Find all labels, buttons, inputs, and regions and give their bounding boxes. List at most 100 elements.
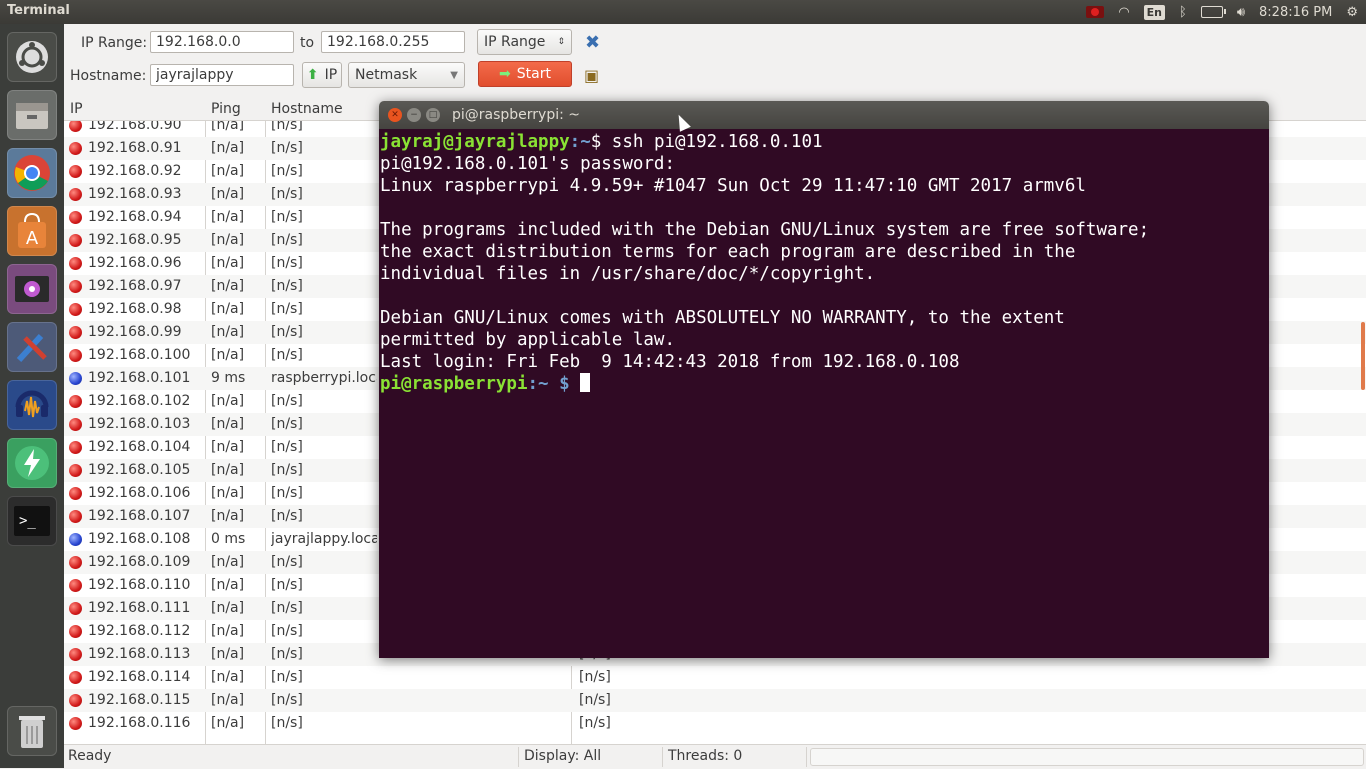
cell-ip: 192.168.0.116 xyxy=(88,715,191,731)
cell-ip: 192.168.0.93 xyxy=(88,186,182,202)
preferences-icon[interactable]: ✖ xyxy=(585,32,600,53)
status-bar: Ready Display: All Threads: 0 xyxy=(64,744,1366,769)
status-divider xyxy=(518,747,519,767)
cell-ip: 192.168.0.113 xyxy=(88,646,191,662)
header-ip[interactable]: IP xyxy=(70,101,83,117)
terminal-line: the exact distribution terms for each pr… xyxy=(380,242,1076,262)
keyboard-layout-indicator[interactable]: En xyxy=(1143,4,1166,20)
cell-hostname: [n/s] xyxy=(271,209,303,225)
status-threads: Threads: 0 xyxy=(668,748,743,764)
status-divider xyxy=(662,747,663,767)
command-text: $ ssh pi@192.168.0.101 xyxy=(590,132,823,152)
cell-ip: 192.168.0.101 xyxy=(88,370,191,386)
terminal-line: jayraj@jayrajlappy:~$ ssh pi@192.168.0.1… xyxy=(380,131,1268,153)
cell-ping: [n/a] xyxy=(211,278,245,294)
maximize-icon[interactable]: □ xyxy=(426,108,440,122)
ip-range-label: IP Range: xyxy=(81,35,148,51)
range-type-select[interactable]: IP Range ⇕ xyxy=(477,29,572,55)
svg-text:A: A xyxy=(26,228,39,249)
software-center-icon[interactable]: A xyxy=(7,206,57,256)
cell-ping: [n/a] xyxy=(211,393,245,409)
cell-ping: [n/a] xyxy=(211,462,245,478)
terminal-title: pi@raspberrypi: ~ xyxy=(452,107,581,123)
cell-ports: [n/s] xyxy=(579,715,611,731)
cell-hostname: [n/s] xyxy=(271,485,303,501)
prompt-user: jayraj@jayrajlappy xyxy=(380,132,570,152)
host-dead-icon xyxy=(69,326,82,339)
bluetooth-icon[interactable]: ᛒ xyxy=(1179,5,1187,20)
range-type-value: IP Range xyxy=(484,34,546,50)
gear-icon[interactable]: ⚙ xyxy=(1346,5,1358,20)
cell-ping: [n/a] xyxy=(211,577,245,593)
terminal-icon[interactable]: >_ xyxy=(7,496,57,546)
cell-ping: [n/a] xyxy=(211,439,245,455)
cell-hostname: [n/s] xyxy=(271,140,303,156)
power-icon[interactable] xyxy=(7,438,57,488)
arrow-up-icon: ⬆ xyxy=(306,67,319,83)
host-dead-icon xyxy=(69,303,82,316)
ip-to-input[interactable] xyxy=(321,31,465,53)
cell-ip: 192.168.0.92 xyxy=(88,163,182,179)
trash-icon[interactable] xyxy=(7,706,57,756)
hostname-label: Hostname: xyxy=(70,68,147,84)
header-hostname[interactable]: Hostname xyxy=(271,101,343,117)
cell-ping: [n/a] xyxy=(211,255,245,271)
cell-hostname: [n/s] xyxy=(271,508,303,524)
terminal-line: The programs included with the Debian GN… xyxy=(380,220,1150,240)
tools-icon[interactable] xyxy=(7,322,57,372)
cell-hostname: raspberrypi.local xyxy=(271,370,377,386)
clock[interactable]: 8:28:16 PM xyxy=(1259,5,1332,20)
cell-hostname: [n/s] xyxy=(271,232,303,248)
table-row[interactable]: 192.168.0.115 [n/a] [n/s] [n/s] xyxy=(64,689,1366,712)
host-dead-icon xyxy=(69,602,82,615)
terminal-window[interactable]: ✕ − □ pi@raspberrypi: ~ jayraj@jayrajlap… xyxy=(379,101,1269,658)
netmask-select[interactable]: Netmask ▼ xyxy=(348,62,465,88)
host-dead-icon xyxy=(69,694,82,707)
cell-ping: [n/a] xyxy=(211,163,245,179)
cell-ping: [n/a] xyxy=(211,669,245,685)
table-row[interactable]: 192.168.0.116 [n/a] [n/s] [n/s] xyxy=(64,712,1366,735)
terminal-titlebar[interactable]: ✕ − □ pi@raspberrypi: ~ xyxy=(379,101,1269,129)
cell-ip: 192.168.0.97 xyxy=(88,278,182,294)
indicator-area: ◠ En ᛒ 🔊︎ 8:28:16 PM ⚙ xyxy=(1086,0,1358,24)
chrome-icon[interactable] xyxy=(7,148,57,198)
to-label: to xyxy=(300,35,315,51)
hostname-input[interactable] xyxy=(150,64,294,86)
scrollbar-indicator[interactable] xyxy=(1361,322,1365,390)
cell-ip: 192.168.0.98 xyxy=(88,301,182,317)
cell-ip: 192.168.0.110 xyxy=(88,577,191,593)
cell-ping: [n/a] xyxy=(211,232,245,248)
wifi-icon[interactable]: ◠ xyxy=(1118,5,1129,20)
host-dead-icon xyxy=(69,648,82,661)
table-row[interactable]: 192.168.0.114 [n/a] [n/s] [n/s] xyxy=(64,666,1366,689)
host-dead-icon xyxy=(69,165,82,178)
record-icon[interactable] xyxy=(1086,6,1105,18)
spinner-icon: ⇕ xyxy=(557,37,565,47)
host-dead-icon xyxy=(69,717,82,730)
ip-from-input[interactable] xyxy=(150,31,294,53)
fetchers-icon[interactable]: ▣ xyxy=(584,66,599,85)
video-icon[interactable] xyxy=(7,264,57,314)
minimize-icon[interactable]: − xyxy=(407,108,421,122)
cell-hostname: [n/s] xyxy=(271,439,303,455)
cell-hostname: [n/s] xyxy=(271,393,303,409)
header-ping[interactable]: Ping xyxy=(211,101,241,117)
start-button[interactable]: ➡ Start xyxy=(478,61,572,87)
prompt-path: :~ xyxy=(569,132,591,152)
host-dead-icon xyxy=(69,349,82,362)
battery-icon[interactable] xyxy=(1200,6,1226,18)
cell-hostname: [n/s] xyxy=(271,669,303,685)
ubuntu-dash-icon[interactable] xyxy=(7,32,57,82)
host-dead-icon xyxy=(69,487,82,500)
text-cursor xyxy=(580,373,591,392)
ip-up-button[interactable]: ⬆ IP xyxy=(302,62,342,88)
cell-hostname: [n/s] xyxy=(271,163,303,179)
volume-icon[interactable]: 🔊︎ xyxy=(1237,5,1245,20)
files-icon[interactable] xyxy=(7,90,57,140)
close-icon[interactable]: ✕ xyxy=(388,108,402,122)
host-dead-icon xyxy=(69,556,82,569)
svg-text:>_: >_ xyxy=(19,513,36,529)
audacity-icon[interactable] xyxy=(7,380,57,430)
cell-ping: 0 ms xyxy=(211,531,246,547)
terminal-output[interactable]: jayraj@jayrajlappy:~$ ssh pi@192.168.0.1… xyxy=(379,129,1269,658)
